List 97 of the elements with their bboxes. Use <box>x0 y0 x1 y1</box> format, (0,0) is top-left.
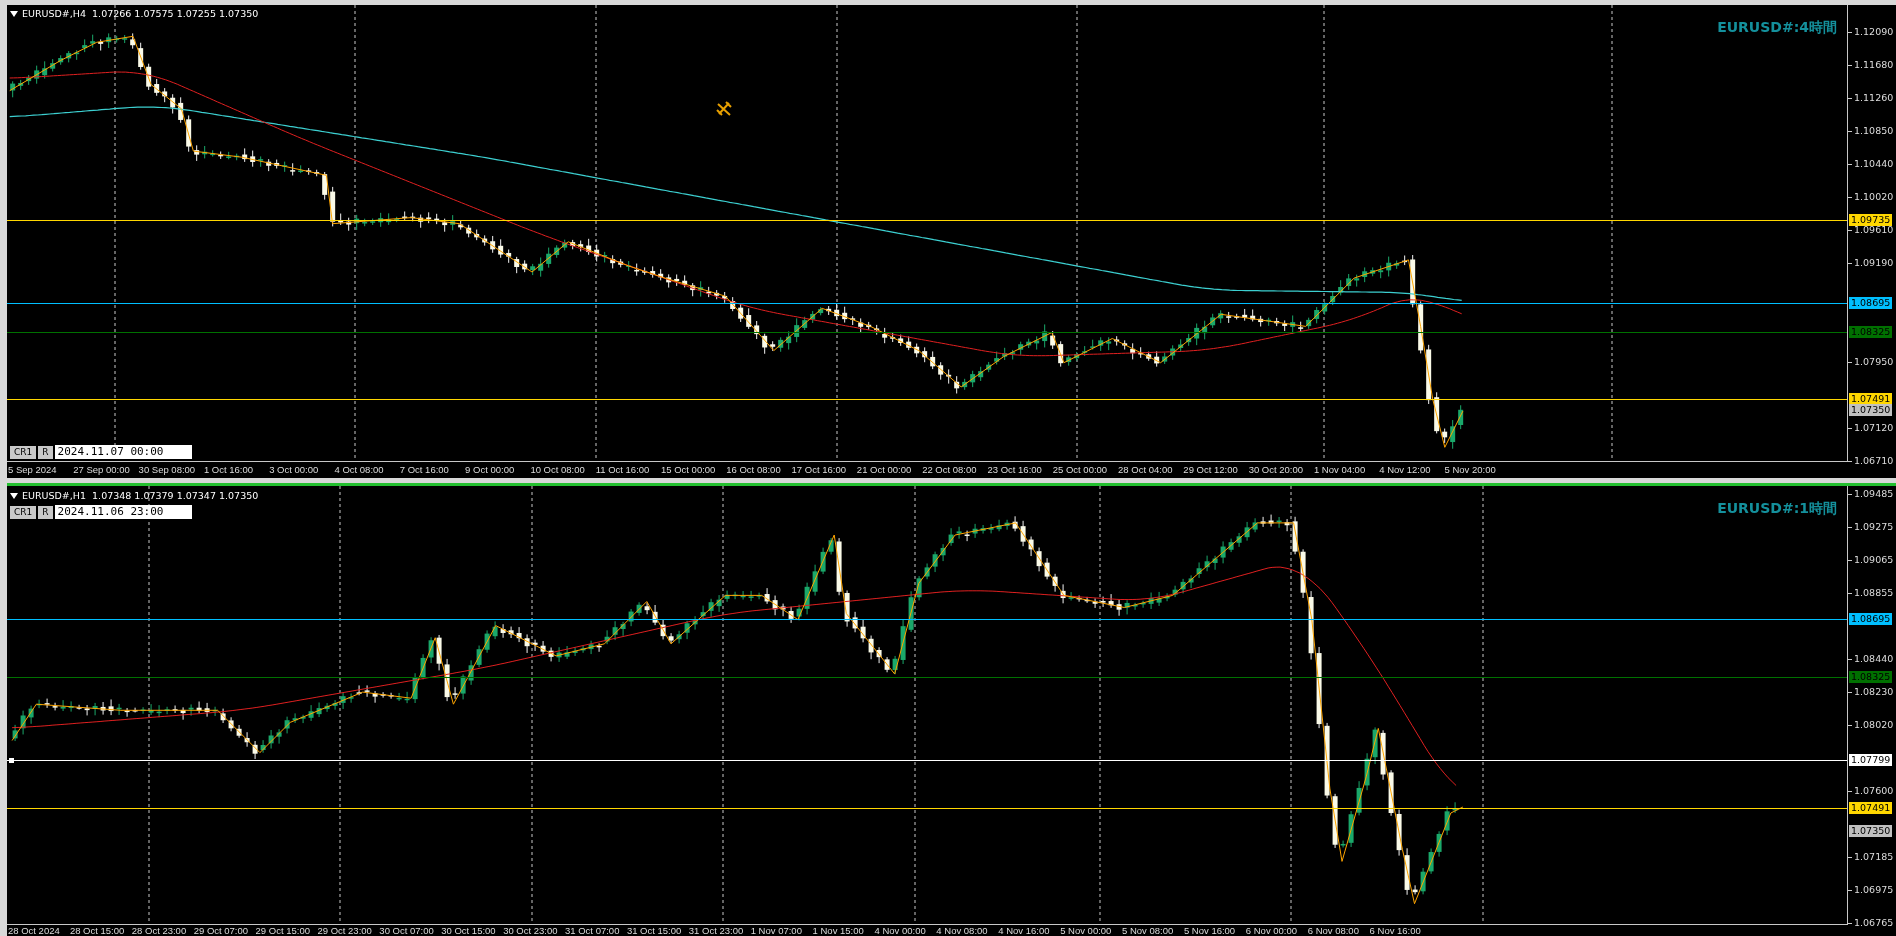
price-level-label: 1.07491 <box>1849 392 1893 405</box>
time-axis-label: 31 Oct 15:00 <box>626 925 683 936</box>
price-tick-label: 1.10020 <box>1854 191 1894 204</box>
line-handle[interactable] <box>9 757 14 763</box>
price-tick-label: 1.08440 <box>1854 652 1894 665</box>
price-level-line[interactable] <box>7 618 1847 620</box>
price-tick-label: 1.11260 <box>1854 92 1894 105</box>
time-axis-label: 11 Oct 16:00 <box>595 465 651 475</box>
price-level-line[interactable] <box>7 759 1847 761</box>
date-field[interactable]: 2024.11.06 23:00 <box>54 505 192 519</box>
time-axis-label: 30 Oct 07:00 <box>379 925 435 936</box>
time-axis-label: 5 Nov 16:00 <box>1183 925 1237 936</box>
price-level-label: 1.07799 <box>1849 753 1893 766</box>
price-tick-label: 1.08855 <box>1854 587 1894 600</box>
crossed-tools-icon <box>716 101 732 117</box>
chart-title: EURUSD#:4時間 <box>1717 19 1837 37</box>
dropdown-icon[interactable] <box>10 10 18 17</box>
price-level-label: 1.08695 <box>1849 296 1893 309</box>
price-level-label: 1.09735 <box>1849 213 1893 226</box>
price-level-label: 1.08695 <box>1849 612 1893 625</box>
time-axis-label: 23 Oct 16:00 <box>987 465 1043 475</box>
price-level-label: 1.08325 <box>1849 326 1893 339</box>
price-tick-label: 1.07600 <box>1854 785 1894 798</box>
time-axis-label: 22 Oct 08:00 <box>922 465 978 475</box>
chart-header-text: EURUSD#,H4 1.07266 1.07575 1.07255 1.07350 <box>22 8 259 19</box>
time-axis-label: 30 Oct 20:00 <box>1248 465 1305 475</box>
price-tick-label: 1.06765 <box>1854 917 1894 929</box>
time-axis-label: 16 Oct 08:00 <box>726 465 782 475</box>
price-tick-label: 1.06710 <box>1854 455 1894 467</box>
price-tick-label: 1.09485 <box>1854 488 1894 500</box>
time-axis-label: 17 Oct 16:00 <box>791 465 847 475</box>
time-axis-label: 4 Nov 08:00 <box>936 925 989 936</box>
time-axis-label: 29 Oct 07:00 <box>193 925 250 936</box>
time-axis-label: 28 Oct 2024 <box>8 925 61 936</box>
price-tick-label: 1.07185 <box>1854 850 1894 863</box>
time-axis-label: 5 Nov 00:00 <box>1060 925 1113 936</box>
toolbar-button[interactable]: R <box>38 505 53 519</box>
time-axis-label: 28 Oct 04:00 <box>1118 465 1174 475</box>
time-axis-label: 7 Oct 16:00 <box>399 465 450 475</box>
price-tick-label: 1.08230 <box>1854 685 1894 698</box>
time-axis-label: 29 Oct 15:00 <box>255 925 311 936</box>
time-axis-label: 10 Oct 08:00 <box>530 465 586 475</box>
dropdown-icon[interactable] <box>10 492 18 499</box>
time-axis-label: 27 Sep 00:00 <box>73 465 131 475</box>
time-axis-label: 6 Nov 00:00 <box>1245 925 1299 936</box>
time-axis-label: 31 Oct 23:00 <box>688 925 745 936</box>
toolbar-button[interactable]: CR1 <box>10 445 37 459</box>
time-axis-label: 28 Oct 15:00 <box>69 925 126 936</box>
time-axis-label: 1 Nov 15:00 <box>812 925 865 936</box>
price-tick-label: 1.08020 <box>1854 719 1894 732</box>
time-axis-label: 9 Oct 00:00 <box>465 465 516 475</box>
toolbar-button[interactable]: R <box>38 445 53 459</box>
price-level-line[interactable] <box>7 808 1847 810</box>
time-axis-label: 4 Nov 00:00 <box>874 925 927 936</box>
time-axis-label: 29 Oct 23:00 <box>317 925 373 936</box>
price-tick-label: 1.09065 <box>1854 554 1894 567</box>
price-tick-label: 1.10850 <box>1854 124 1894 137</box>
time-axis-label: 25 Oct 00:00 <box>1052 465 1109 475</box>
time-axis-label: 21 Oct 00:00 <box>856 465 913 475</box>
price-tick-label: 1.11680 <box>1854 58 1894 71</box>
price-tick-label: 1.09190 <box>1854 257 1894 270</box>
date-field[interactable]: 2024.11.07 00:00 <box>54 445 192 459</box>
chart-header-text: EURUSD#,H1 1.07348 1.07379 1.07347 1.07350 <box>22 490 259 501</box>
time-axis-label: 31 Oct 07:00 <box>565 925 621 936</box>
time-axis-label: 1 Oct 16:00 <box>203 465 254 475</box>
time-axis-label: 30 Sep 08:00 <box>138 465 197 475</box>
time-axis-label: 30 Oct 15:00 <box>441 925 497 936</box>
time-axis-label: 1 Nov 07:00 <box>750 925 803 936</box>
price-tick-label: 1.10440 <box>1854 157 1894 170</box>
chart-title: EURUSD#:1時間 <box>1717 500 1837 518</box>
price-tick-label: 1.09610 <box>1854 223 1894 236</box>
price-level-line[interactable] <box>7 302 1847 304</box>
time-axis-label: 6 Nov 08:00 <box>1307 925 1360 936</box>
time-axis-label: 3 Oct 00:00 <box>269 465 320 475</box>
price-level-label: 1.08325 <box>1849 670 1893 683</box>
price-level-line[interactable] <box>7 219 1847 221</box>
time-axis-label: 4 Oct 08:00 <box>334 465 385 475</box>
time-axis-label: 4 Nov 12:00 <box>1379 465 1432 475</box>
time-axis-label: 29 Oct 12:00 <box>1183 465 1239 475</box>
price-tick-label: 1.07950 <box>1854 356 1894 369</box>
time-axis-label: 28 Oct 23:00 <box>131 925 188 936</box>
time-axis-label: 5 Nov 20:00 <box>1444 465 1497 475</box>
price-tick-label: 1.12090 <box>1854 26 1894 38</box>
time-axis-label: 5 Sep 2024 <box>8 465 58 475</box>
toolbar-button[interactable]: CR1 <box>10 505 37 519</box>
time-axis-label: 30 Oct 23:00 <box>503 925 559 936</box>
time-axis-label: 6 Nov 16:00 <box>1369 925 1422 936</box>
price-tick-label: 1.06975 <box>1854 883 1894 896</box>
time-axis-label: 1 Nov 04:00 <box>1313 465 1367 475</box>
price-level-label: 1.07491 <box>1849 802 1893 815</box>
time-axis-label: 4 Nov 16:00 <box>998 925 1051 936</box>
price-level-label: 1.07350 <box>1849 824 1893 837</box>
price-tick-label: 1.07120 <box>1854 422 1894 435</box>
price-tick-label: 1.09275 <box>1854 521 1894 534</box>
price-level-line[interactable] <box>7 398 1847 400</box>
time-axis-label: 15 Oct 00:00 <box>660 465 717 475</box>
time-axis-label: 5 Nov 08:00 <box>1122 925 1175 936</box>
